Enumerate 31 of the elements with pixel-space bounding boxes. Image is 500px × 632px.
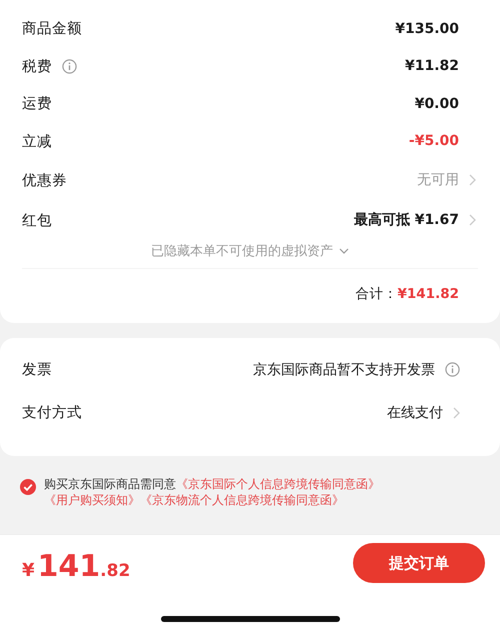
row-label: 发票 [22,361,52,379]
row-label: 支付方式 [22,404,82,422]
agreement-text: 购买京东国际商品需同意《京东国际个人信息跨境传输同意函》 《用户购买须知》《京东物流个人信息跨境传输同意函》 [44,476,381,508]
row-value: 无可用 [417,171,459,189]
chevron-icon[interactable] [453,406,460,418]
info-icon[interactable] [62,58,77,74]
row-value: ¥0.00 [414,96,459,112]
agreement-link[interactable]: 《京东国际个人信息跨境传输同意函》 [176,477,380,491]
row-value: 京东国际商品暂不支持开发票 [253,360,435,378]
info-icon[interactable] [445,362,460,377]
hidden-assets-toggle[interactable]: 已隐藏本单不可使用的虚拟资产 [22,240,478,269]
row-label: 优惠券 [22,172,67,190]
row-label: 红包 [22,212,52,230]
row-value: ¥11.82 [404,58,459,74]
row-label: 运费 [22,95,52,114]
total-value: ¥141.82 [398,286,459,302]
checkbox[interactable] [20,479,36,495]
chevron-icon[interactable] [469,174,476,186]
row-value: ¥135.00 [395,20,459,37]
submit-order-button[interactable]: 提交订单 [353,543,485,583]
agreement-link[interactable]: 《京东物流个人信息跨境传输同意函》 [140,493,344,507]
total-price: ¥141.82 [22,549,130,584]
row-label: 立减 [22,132,52,151]
agreement-link[interactable]: 《用户购买须知》 [44,493,140,507]
row-label: 税费 [22,58,52,76]
chevron-icon[interactable] [469,214,476,226]
row-label: 商品金额 [22,20,82,38]
row-value: -¥5.00 [408,133,459,150]
row-value: 在线支付 [387,404,443,422]
total-label: 合计： [356,285,398,303]
row-value: 最高可抵 ¥1.67 [354,211,459,229]
